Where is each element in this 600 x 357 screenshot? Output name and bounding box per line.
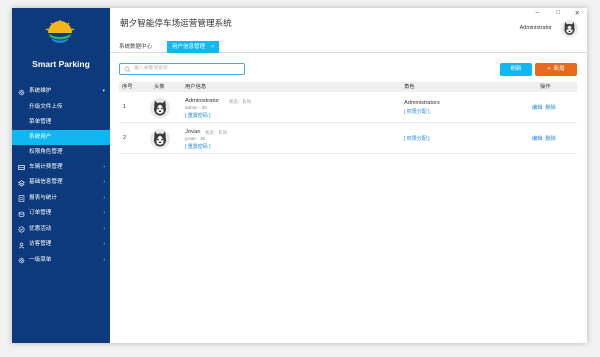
sidebar-item-label: 一级菜单 (29, 256, 52, 263)
chevron-right-icon: › (103, 194, 105, 201)
chevron-right-icon: › (103, 225, 105, 232)
delete-link[interactable]: 删除 (545, 105, 555, 111)
user-table: 序号 头像 用户信息 角色 操作 1 Administrator 状态：有效 a… (119, 82, 577, 154)
row-actions: 编辑 删除 (532, 104, 559, 111)
chevron-right-icon: › (103, 163, 105, 170)
edit-link[interactable]: 编辑 (532, 136, 542, 142)
sidebar-item-label: 访客管理 (29, 241, 52, 247)
husky-avatar-icon (561, 20, 578, 37)
assign-permission-link[interactable]: [ 权限分配 ] (404, 108, 430, 115)
avatar (150, 98, 170, 118)
current-user-name[interactable]: Administrator (520, 25, 552, 31)
sidebar-item-label: 升级文件上传 (29, 103, 63, 110)
tab-label: 系统数据中心 (119, 44, 153, 50)
minimize-icon[interactable]: – (535, 9, 539, 16)
gear-icon (18, 89, 25, 95)
avatar (150, 129, 170, 149)
order-icon (18, 211, 25, 217)
title-bar: 朝夕智能停车场运营管理系统 – □ ✕ Administrator (110, 8, 587, 38)
header-role: 角色 (404, 84, 415, 90)
add-button[interactable]: + 新增 (535, 63, 577, 76)
sidebar-item-level-one-menu[interactable]: 一级菜单 › (12, 253, 110, 269)
close-icon[interactable]: ✕ (575, 9, 580, 17)
tab-system-data-center[interactable]: 系统数据中心 (114, 41, 157, 53)
layers-icon (18, 179, 25, 186)
user-status: 状态：有效 (205, 130, 227, 135)
sidebar-item-label: 优惠活动 (29, 225, 52, 232)
delete-link[interactable]: 删除 (545, 136, 555, 142)
husky-avatar-icon (150, 129, 170, 149)
sidebar-item-orders[interactable]: 订单管理 › (12, 206, 110, 222)
sidebar-item-label: 系统维护 (29, 88, 52, 94)
search-placeholder: 输入关键词查询 (134, 66, 168, 71)
sidebar-item-label: 车辆计费管理 (29, 163, 63, 170)
header-user-info: 用户信息 (185, 84, 207, 90)
refresh-button[interactable]: 刷新 (500, 63, 532, 76)
husky-avatar-icon (150, 98, 170, 118)
reset-password-link[interactable]: [ 重置密码 ] (185, 112, 211, 119)
row-index: 2 (123, 135, 127, 141)
search-input[interactable]: 输入关键词查询 (119, 63, 245, 75)
promotion-icon (18, 226, 25, 233)
tab-bar: 系统数据中心 用户信息管理 × (110, 41, 587, 53)
user-name: Administrator (185, 98, 220, 104)
app-window: Smart Parking 系统维护 ▾ 升级文件上传 菜单管理 系统用户 权限… (12, 8, 587, 343)
sidebar-item-menu-management[interactable]: 菜单管理 (12, 115, 110, 130)
user-status: 状态：有效 (229, 99, 251, 104)
sidebar-item-promotions[interactable]: 优惠活动 › (12, 222, 110, 238)
app-title: 朝夕智能停车场运营管理系统 (120, 18, 232, 28)
table-row: 1 Administrator 状态：有效 admin · 30 [ 重置密码 … (119, 92, 577, 123)
header-actions: 操作 (540, 84, 551, 90)
sidebar-item-visitors[interactable]: 访客管理 › (12, 237, 110, 253)
chevron-right-icon: › (103, 179, 105, 185)
header-index: 序号 (122, 84, 133, 90)
table-row: 2 Jovan 状态：有效 jovan · 30 [ 重置密码 ] [ 权限分配… (119, 123, 577, 154)
sidebar-item-label: 菜单管理 (29, 118, 52, 125)
user-name: Jovan (185, 129, 201, 135)
close-icon[interactable]: × (211, 44, 214, 50)
assign-permission-link[interactable]: [ 权限分配 ] (404, 135, 430, 142)
sidebar-item-reports[interactable]: 报表与统计 › (12, 191, 110, 207)
main-area: 朝夕智能停车场运营管理系统 – □ ✕ Administrator 系统数据中心… (110, 8, 587, 343)
user-account: jovan · 30 (185, 136, 206, 141)
chevron-down-icon: ▾ (102, 88, 105, 94)
sidebar-item-label: 订单管理 (29, 210, 52, 216)
chevron-right-icon: › (103, 241, 105, 247)
sidebar-item-system-users[interactable]: 系统用户 (12, 129, 110, 145)
sidebar-nav: 系统维护 ▾ 升级文件上传 菜单管理 系统用户 权限角色管理 车辆计费管理 › … (12, 84, 110, 268)
avatar[interactable] (561, 20, 578, 37)
maximize-icon[interactable]: □ (556, 9, 560, 16)
add-button-label: 新增 (553, 66, 565, 72)
sidebar: Smart Parking 系统维护 ▾ 升级文件上传 菜单管理 系统用户 权限… (12, 8, 110, 343)
row-actions: 编辑 删除 (532, 135, 559, 142)
sidebar-item-label: 报表与统计 (29, 194, 57, 201)
brand-name: Smart Parking (32, 59, 90, 69)
user-account: admin · 30 (185, 105, 207, 110)
settings-icon (18, 257, 25, 264)
sidebar-item-label: 系统用户 (29, 133, 52, 140)
chevron-right-icon: › (103, 256, 105, 263)
chevron-right-icon: › (103, 210, 105, 216)
sidebar-item-system-maintenance[interactable]: 系统维护 ▾ (12, 84, 110, 100)
car-billing-icon (18, 165, 25, 170)
visitor-icon (18, 242, 25, 249)
sun-over-waves-logo (45, 20, 75, 43)
table-header: 序号 头像 用户信息 角色 操作 (119, 82, 577, 92)
sidebar-item-label: 基础信息管理 (29, 179, 63, 185)
edit-link[interactable]: 编辑 (532, 105, 542, 111)
sidebar-item-upgrade-upload[interactable]: 升级文件上传 (12, 100, 110, 115)
sidebar-item-role-management[interactable]: 权限角色管理 (12, 145, 110, 160)
plus-icon: + (547, 66, 551, 72)
header-avatar: 头像 (154, 84, 165, 90)
user-role: Administrators (404, 100, 440, 106)
report-icon (18, 195, 25, 202)
tab-label: 用户信息管理 (172, 44, 206, 50)
sidebar-item-basic-info[interactable]: 基础信息管理 › (12, 175, 110, 191)
search-icon (124, 66, 131, 73)
tab-user-info-management[interactable]: 用户信息管理 × (167, 41, 220, 53)
row-index: 1 (123, 104, 127, 110)
sidebar-item-vehicle-billing[interactable]: 车辆计费管理 › (12, 160, 110, 176)
reset-password-link[interactable]: [ 重置密码 ] (185, 143, 211, 150)
sidebar-item-label: 权限角色管理 (29, 148, 63, 155)
